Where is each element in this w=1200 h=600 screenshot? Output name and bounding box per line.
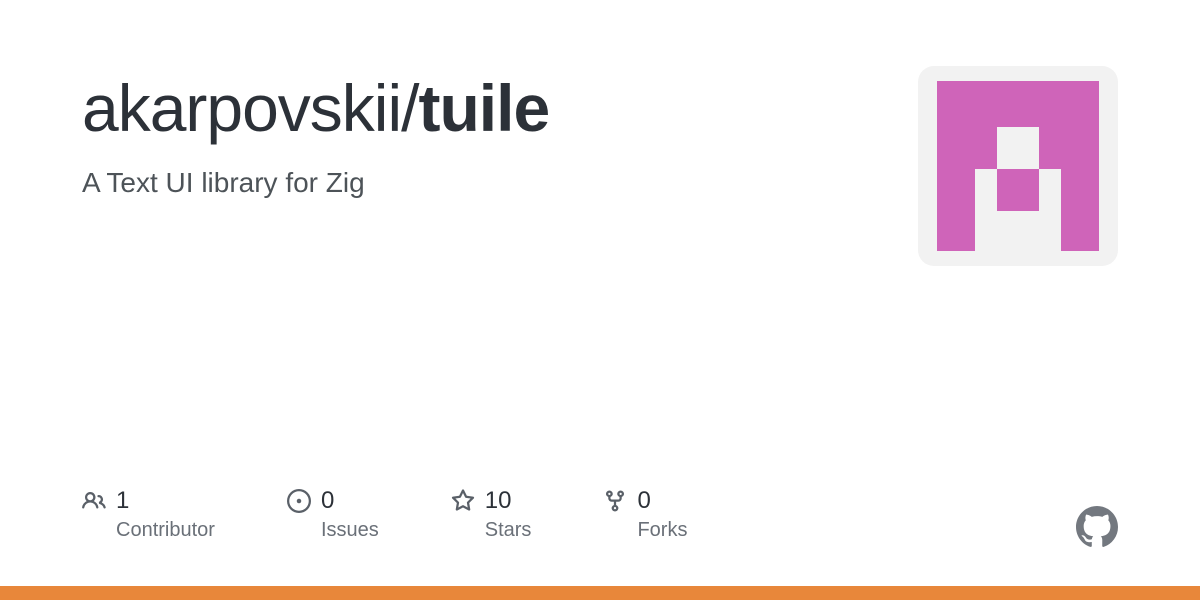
issues-count: 0 [321, 487, 334, 515]
avatar[interactable] [918, 66, 1118, 266]
star-icon [451, 489, 475, 513]
github-logo-icon[interactable] [1076, 506, 1118, 548]
fork-icon [603, 489, 627, 513]
issues-label: Issues [321, 519, 379, 542]
stat-stars[interactable]: 10 Stars [451, 487, 532, 542]
contributors-count: 1 [116, 487, 129, 515]
social-preview-card: akarpovskii/tuile A Text UI library for … [0, 0, 1200, 600]
stat-forks[interactable]: 0 Forks [603, 487, 687, 542]
repo-description: A Text UI library for Zig [82, 167, 918, 199]
people-icon [82, 489, 106, 513]
accent-bar [0, 586, 1200, 600]
issue-icon [287, 489, 311, 513]
repo-slash: / [401, 71, 418, 145]
stat-contributors[interactable]: 1 Contributor [82, 487, 215, 542]
header-row: akarpovskii/tuile A Text UI library for … [82, 72, 1118, 266]
title-block: akarpovskii/tuile A Text UI library for … [82, 72, 918, 199]
avatar-image [933, 81, 1103, 251]
repo-title[interactable]: akarpovskii/tuile [82, 72, 918, 145]
forks-count: 0 [637, 487, 650, 515]
repo-name: tuile [418, 71, 549, 145]
repo-owner: akarpovskii [82, 71, 401, 145]
stats-row: 1 Contributor 0 Issues 10 Stars [82, 487, 687, 542]
stat-issues[interactable]: 0 Issues [287, 487, 379, 542]
contributors-label: Contributor [116, 519, 215, 542]
stars-count: 10 [485, 487, 512, 515]
stars-label: Stars [485, 519, 532, 542]
forks-label: Forks [637, 519, 687, 542]
